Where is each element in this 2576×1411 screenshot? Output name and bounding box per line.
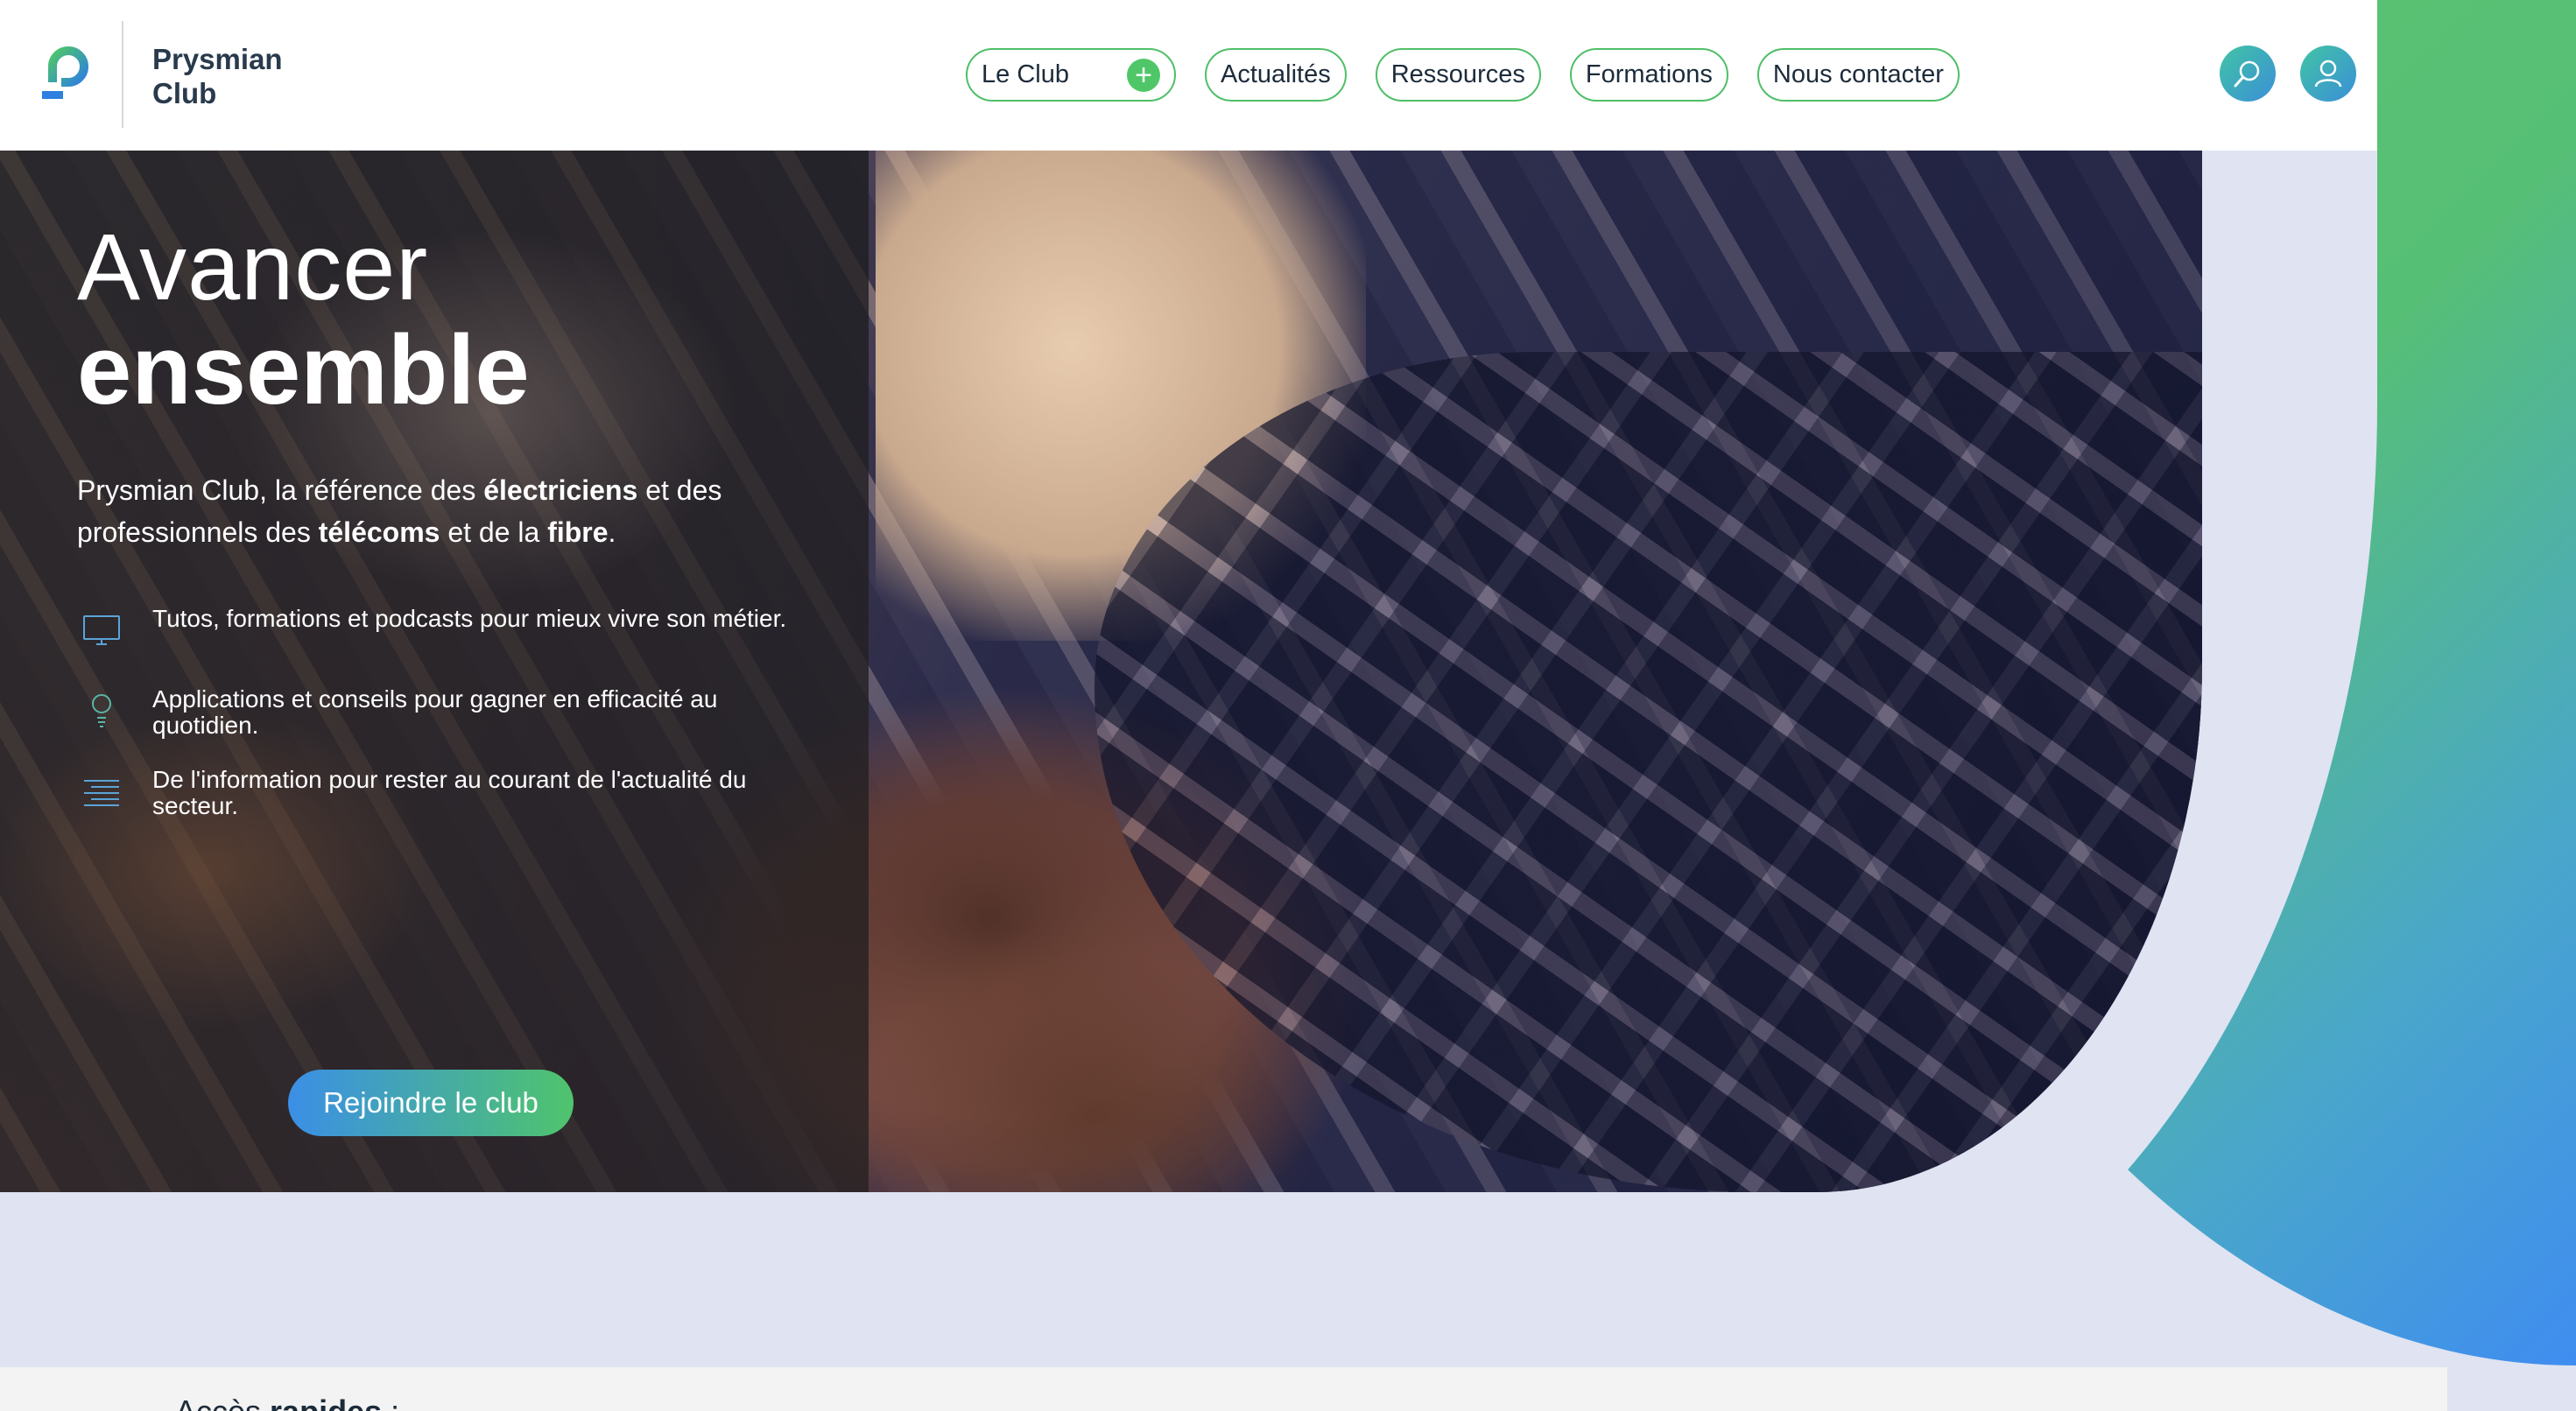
hero-intro: Prysmian Club, la référence des électric… bbox=[77, 469, 821, 553]
nav-label: Ressources bbox=[1390, 60, 1525, 88]
feature-item: Tutos, formations et podcasts pour mieux… bbox=[81, 606, 816, 686]
nav-label: Nous contacter bbox=[1772, 60, 1944, 88]
brand-line-1: Prysmian bbox=[152, 43, 283, 75]
feature-text: De l'information pour rester au courant … bbox=[152, 766, 747, 819]
join-club-button[interactable]: Rejoindre le club bbox=[288, 1070, 574, 1136]
quick-access-bold: rapides bbox=[270, 1393, 382, 1411]
nav-ressources[interactable]: Ressources bbox=[1375, 48, 1541, 102]
feature-item: Applications et conseils pour gagner en … bbox=[81, 686, 816, 767]
nav-actualites[interactable]: Actualités bbox=[1205, 48, 1347, 102]
brand-line-2: Club bbox=[152, 77, 217, 109]
site-header: Prysmian Club Le Club + Actualités Resso… bbox=[0, 0, 2377, 151]
prysmian-logo[interactable] bbox=[40, 44, 95, 103]
nav-formations[interactable]: Formations bbox=[1569, 48, 1728, 102]
plus-icon[interactable]: + bbox=[1127, 58, 1160, 92]
intro-text-1: Prysmian Club, la référence des bbox=[77, 474, 484, 506]
quick-access-bar: Accès rapides : bbox=[0, 1367, 2447, 1411]
search-icon bbox=[2234, 60, 2260, 88]
search-button[interactable] bbox=[2220, 46, 2276, 102]
hero-title-light: Avancer bbox=[77, 214, 429, 319]
feature-text: Applications et conseils pour gagner en … bbox=[152, 685, 718, 739]
intro-bold-1: électriciens bbox=[483, 474, 638, 506]
feature-list: Tutos, formations et podcasts pour mieux… bbox=[81, 606, 816, 847]
account-button[interactable] bbox=[2300, 46, 2356, 102]
brand-name[interactable]: Prysmian Club bbox=[152, 42, 283, 110]
intro-text-4: . bbox=[608, 516, 616, 548]
nav-nous-contacter[interactable]: Nous contacter bbox=[1756, 48, 1960, 102]
nav-label: Le Club bbox=[982, 60, 1069, 88]
nav-le-club[interactable]: Le Club + bbox=[966, 48, 1176, 102]
logo-divider bbox=[122, 21, 123, 128]
lightbulb-icon bbox=[92, 694, 111, 727]
intro-bold-2: télécoms bbox=[318, 516, 440, 548]
hero-banner: Avancer ensemble Prysmian Club, la référ… bbox=[0, 151, 2202, 1192]
hero-text-panel: Avancer ensemble Prysmian Club, la référ… bbox=[0, 151, 869, 1192]
quick-access-prefix: Accès bbox=[175, 1393, 270, 1411]
hero-title-bold: ensemble bbox=[77, 315, 530, 425]
user-icon bbox=[2314, 60, 2342, 88]
feature-text: Tutos, formations et podcasts pour mieux… bbox=[152, 605, 787, 632]
intro-bold-3: fibre bbox=[547, 516, 609, 548]
news-lines-icon bbox=[84, 780, 119, 806]
main-nav: Le Club + Actualités Ressources Formatio… bbox=[966, 48, 1960, 102]
nav-label: Actualités bbox=[1221, 60, 1331, 88]
intro-text-3: et de la bbox=[440, 516, 548, 548]
feature-item: De l'information pour rester au courant … bbox=[81, 767, 816, 847]
quick-access-label: Accès rapides : bbox=[175, 1393, 399, 1411]
monitor-icon bbox=[83, 615, 120, 645]
quick-access-suffix: : bbox=[382, 1393, 399, 1411]
nav-label: Formations bbox=[1585, 60, 1713, 88]
